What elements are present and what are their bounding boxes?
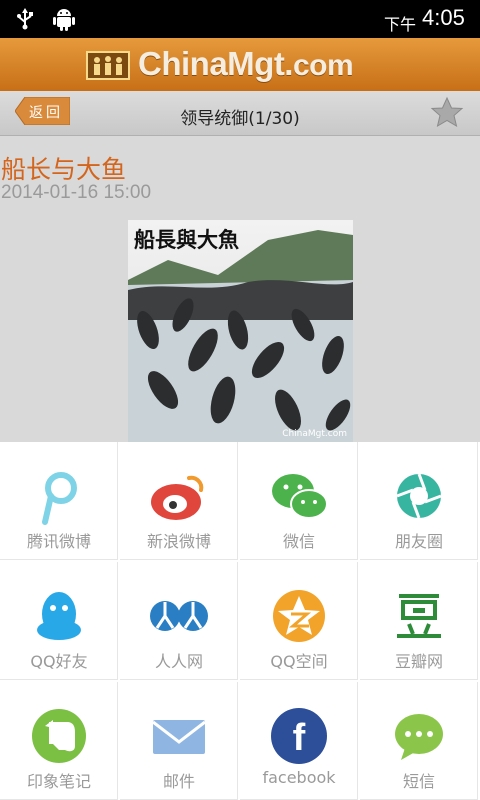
article-image: 船長與大魚 ChinaMgt.com bbox=[128, 220, 353, 442]
share-label: 人人网 bbox=[154, 652, 203, 671]
share-panel: 腾讯微博 新浪微博 微信 朋友圈 QQ好友 人人网 QQ空间 豆瓣网 印象笔记 … bbox=[0, 442, 480, 800]
share-tencent-weibo[interactable]: 腾讯微博 bbox=[0, 442, 118, 560]
share-qzone[interactable]: QQ空间 bbox=[240, 562, 358, 680]
share-label: 新浪微博 bbox=[146, 532, 211, 551]
share-douban[interactable]: 豆瓣网 bbox=[360, 562, 478, 680]
email-icon bbox=[152, 720, 206, 754]
share-label: 短信 bbox=[402, 772, 435, 791]
share-facebook[interactable]: f facebook bbox=[240, 682, 358, 800]
status-time: 4:05 bbox=[422, 5, 465, 30]
sms-icon bbox=[395, 714, 443, 760]
share-sms[interactable]: 短信 bbox=[360, 682, 478, 800]
qzone-icon bbox=[273, 590, 325, 642]
share-label: 豆瓣网 bbox=[394, 652, 443, 671]
share-email[interactable]: 邮件 bbox=[120, 682, 238, 800]
logo-icon bbox=[86, 51, 130, 80]
wechat-icon bbox=[272, 474, 328, 519]
qq-icon bbox=[37, 592, 81, 640]
android-debug-icon bbox=[53, 9, 75, 31]
svg-text:f: f bbox=[293, 717, 306, 759]
image-caption: 船長與大魚 bbox=[134, 227, 239, 252]
share-label: QQ好友 bbox=[30, 652, 88, 671]
share-sina-weibo[interactable]: 新浪微博 bbox=[120, 442, 238, 560]
share-wechat[interactable]: 微信 bbox=[240, 442, 358, 560]
evernote-icon bbox=[32, 709, 86, 763]
favorite-star-icon[interactable] bbox=[430, 96, 464, 130]
douban-icon bbox=[397, 594, 441, 638]
share-label: 印象笔记 bbox=[26, 772, 91, 791]
sina-weibo-icon bbox=[151, 475, 204, 520]
share-label: facebook bbox=[262, 768, 336, 787]
share-label: 微信 bbox=[282, 532, 315, 551]
tencent-weibo-icon bbox=[42, 472, 77, 525]
share-label: 腾讯微博 bbox=[26, 532, 91, 551]
title-bar: 返回 领导统御(1/30) bbox=[0, 91, 480, 136]
share-label: 邮件 bbox=[162, 772, 195, 791]
share-label: 朋友圈 bbox=[394, 532, 443, 551]
logo-wordmark: ChinaMgt.com bbox=[138, 45, 354, 82]
share-qq[interactable]: QQ好友 bbox=[0, 562, 118, 680]
share-evernote[interactable]: 印象笔记 bbox=[0, 682, 118, 800]
app-header: ChinaMgt.com bbox=[0, 38, 480, 91]
renren-icon bbox=[150, 601, 208, 631]
status-ampm: 下午 bbox=[384, 15, 417, 34]
image-watermark: ChinaMgt.com bbox=[282, 429, 347, 439]
usb-icon bbox=[17, 8, 33, 30]
moments-icon bbox=[396, 473, 442, 519]
article-title: 船长与大鱼 bbox=[1, 155, 127, 184]
share-label: QQ空间 bbox=[270, 652, 328, 671]
status-bar: 下午 4:05 bbox=[0, 0, 480, 38]
share-moments[interactable]: 朋友圈 bbox=[360, 442, 478, 560]
share-renren[interactable]: 人人网 bbox=[120, 562, 238, 680]
page-title: 领导统御(1/30) bbox=[180, 109, 300, 129]
facebook-icon: f bbox=[271, 708, 327, 764]
article-date: 2014-01-16 15:00 bbox=[1, 182, 152, 203]
